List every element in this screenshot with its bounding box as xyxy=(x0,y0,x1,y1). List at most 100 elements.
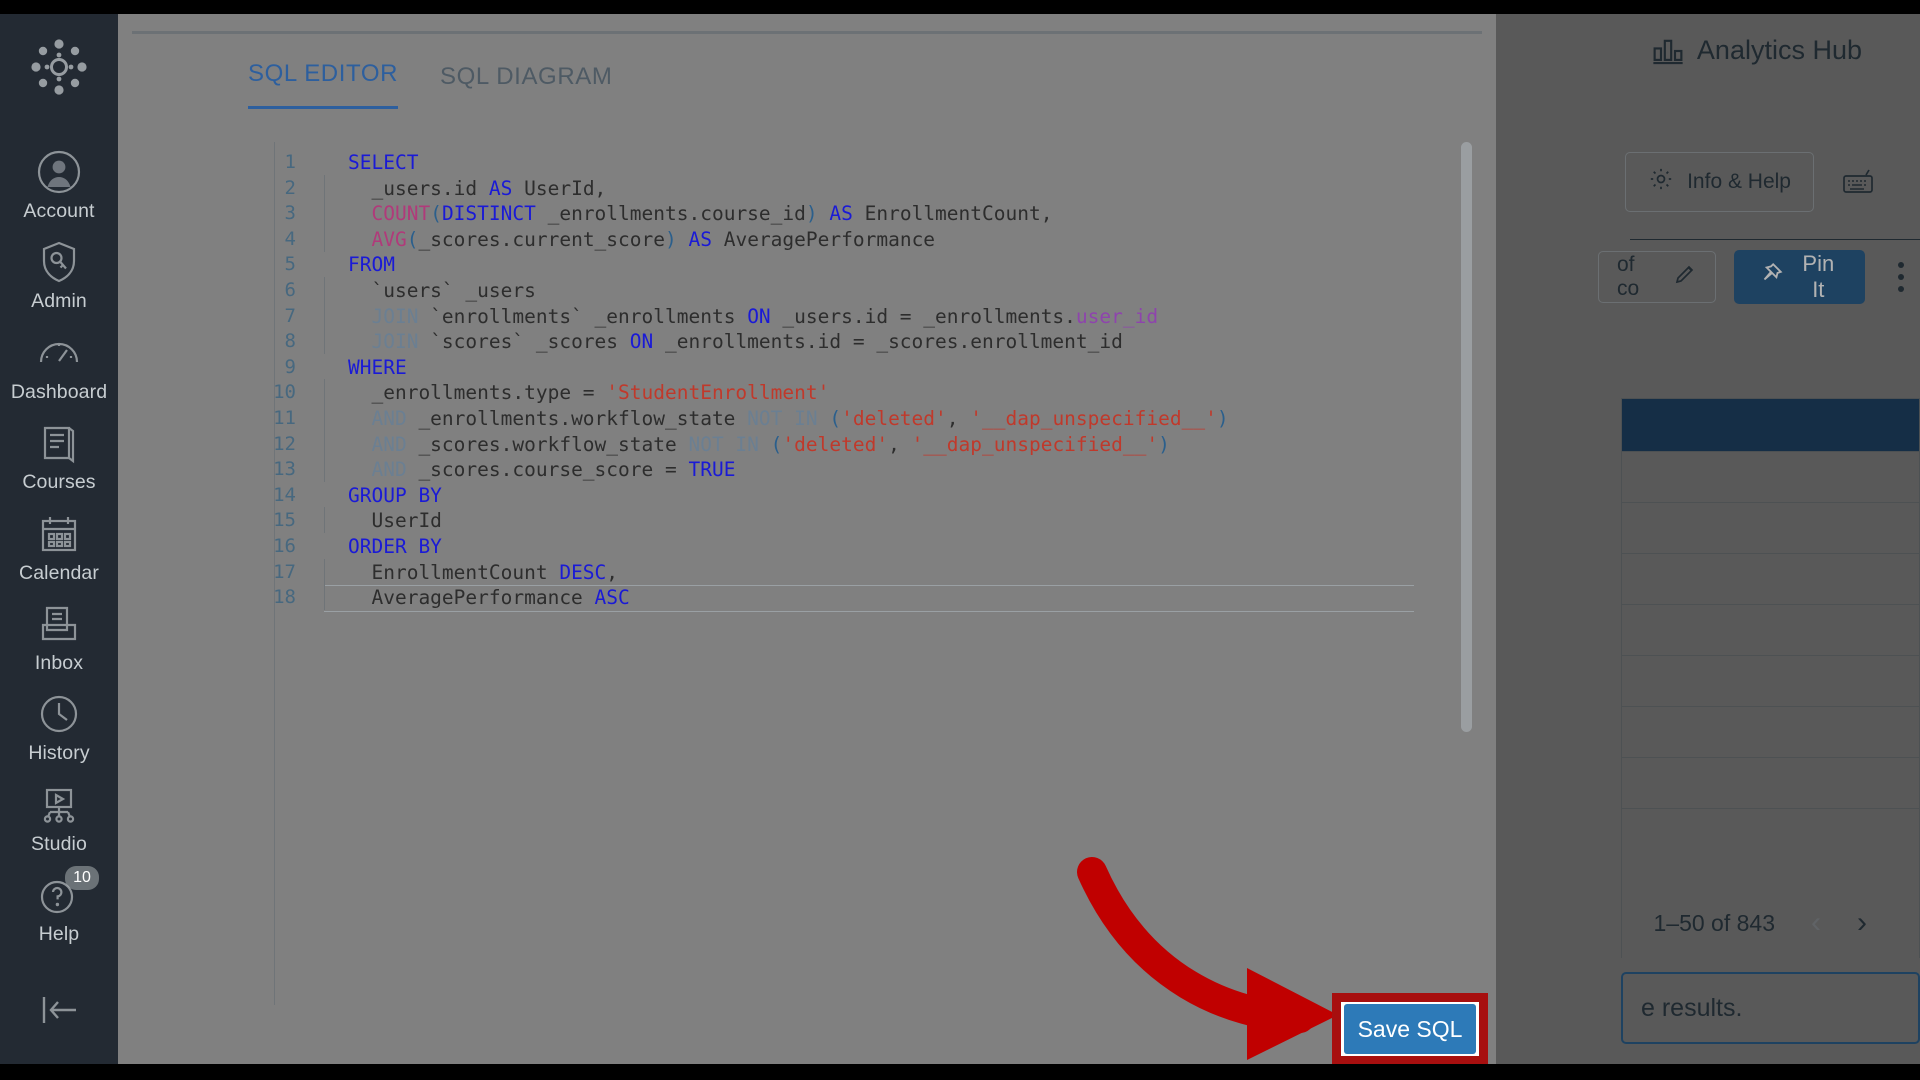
code-line-text: WHERE xyxy=(324,355,407,381)
code-token: AND xyxy=(348,458,407,482)
tab-sql-diagram[interactable]: SQL DIAGRAM xyxy=(440,63,612,109)
code-token: user_id xyxy=(1075,304,1159,328)
canvas-logo-icon[interactable] xyxy=(22,30,96,104)
code-line-text: _enrollments.type = 'StudentEnrollment' xyxy=(324,379,829,406)
code-token: _scores.course_score = xyxy=(406,458,689,482)
sidebar-item-label: Calendar xyxy=(19,561,99,584)
sidebar-item-account[interactable]: Account xyxy=(0,142,118,232)
tab-sql-editor[interactable]: SQL EDITOR xyxy=(248,60,399,109)
code-line: 12 AND _scores.workflow_state NOT IN ('d… xyxy=(248,430,1414,458)
sql-code-content[interactable]: 1 SELECT 2 _users.id AS UserId, 3 COUNT(DIS… xyxy=(248,150,1414,612)
code-token: AS xyxy=(829,202,853,226)
code-token: TRUE xyxy=(688,458,736,482)
code-line-text: EnrollmentCount DESC, xyxy=(324,558,1414,587)
code-line: 13 AND _scores.course_score = TRUE xyxy=(248,456,1414,483)
code-token: GROUP BY xyxy=(348,483,442,507)
sidebar-item-label: Dashboard xyxy=(10,380,108,403)
code-token: JOIN xyxy=(348,330,419,354)
code-token: _enrollments.type = xyxy=(348,381,607,405)
code-line: 15 UserId xyxy=(248,507,1414,534)
collapse-left-icon[interactable] xyxy=(0,993,118,1027)
code-token: EnrollmentCount, xyxy=(852,202,1053,226)
line-number: 8 xyxy=(284,330,296,353)
code-token: _scores.current_score xyxy=(418,227,665,251)
code-token: `users` _users xyxy=(348,278,536,302)
sidebar-item-help[interactable]: 10 Help xyxy=(0,865,118,955)
sidebar-item-label: Courses xyxy=(22,471,96,494)
code-token: ( xyxy=(430,202,442,226)
code-line-text: AND _scores.workflow_state NOT IN ('dele… xyxy=(324,430,1170,458)
sidebar-item-history[interactable]: History xyxy=(0,684,118,774)
code-token: `scores` _scores xyxy=(418,330,630,354)
studio-screen-icon xyxy=(36,782,82,828)
code-line-text: GROUP BY xyxy=(324,483,442,509)
line-number: 15 xyxy=(273,509,296,532)
sidebar-item-label: History xyxy=(28,742,90,765)
sidebar-item-admin[interactable]: Admin xyxy=(0,232,118,322)
code-line: 18 AveragePerformance ASC xyxy=(248,584,1414,612)
sidebar-item-courses[interactable]: Courses xyxy=(0,413,118,503)
code-token: _users.id = _enrollments. xyxy=(770,304,1076,328)
code-token: JOIN xyxy=(348,304,419,328)
code-token: ( xyxy=(406,227,419,251)
line-number: 7 xyxy=(284,304,296,327)
code-token: _scores.workflow_state xyxy=(406,432,689,456)
line-number: 1 xyxy=(284,151,296,173)
modal-tabs: SQL EDITOR SQL DIAGRAM xyxy=(248,60,612,109)
code-token: ORDER BY xyxy=(348,534,442,558)
code-token: , xyxy=(606,560,619,584)
line-number: 4 xyxy=(284,227,296,250)
code-token: '__dap_unspecified__' xyxy=(970,406,1217,430)
code-token: AveragePerformance xyxy=(348,586,595,610)
sidebar-item-label: Studio xyxy=(31,832,87,855)
code-token: AS xyxy=(688,227,712,251)
code-token: AND xyxy=(348,432,407,456)
code-token: COUNT xyxy=(348,202,431,226)
shield-key-icon xyxy=(36,239,82,285)
code-line-text: JOIN `enrollments` _enrollments ON _user… xyxy=(324,302,1159,330)
line-number: 13 xyxy=(273,458,296,481)
code-token: ) xyxy=(1216,406,1229,430)
code-token: 'deleted' xyxy=(841,406,947,430)
code-token: AS xyxy=(488,176,513,200)
code-line: 7 JOIN `enrollments` _enrollments ON _us… xyxy=(248,302,1414,330)
sidebar-item-studio[interactable]: Studio xyxy=(0,775,118,865)
code-token: NOT IN xyxy=(688,432,759,456)
code-token: ) xyxy=(665,227,677,251)
sql-code-editor[interactable]: 1 SELECT 2 _users.id AS UserId, 3 COUNT(DIS… xyxy=(248,142,1425,1005)
code-token: _enrollments.workflow_state xyxy=(406,406,748,430)
code-line-text: ORDER BY xyxy=(324,534,442,560)
line-number: 14 xyxy=(273,483,296,506)
line-number: 18 xyxy=(273,586,296,609)
sql-editor-modal: SQL EDITOR SQL DIAGRAM 1 SELECT 2 _users.i… xyxy=(118,14,1496,1066)
line-number: 10 xyxy=(273,381,296,404)
code-line-text: AND _enrollments.workflow_state NOT IN (… xyxy=(324,404,1229,432)
code-line-text: JOIN `scores` _scores ON _enrollments.id… xyxy=(324,328,1123,355)
code-token: ASC xyxy=(594,586,630,610)
editor-scrollbar-thumb[interactable] xyxy=(1461,142,1472,732)
code-token: 'deleted' xyxy=(782,432,889,456)
code-token: ON xyxy=(747,304,771,328)
sidebar-item-inbox[interactable]: Inbox xyxy=(0,594,118,684)
code-token: AND xyxy=(348,406,407,430)
save-sql-button[interactable]: Save SQL xyxy=(1344,1004,1476,1054)
inbox-icon xyxy=(36,601,82,647)
code-token: _enrollments.id = _scores.enrollment_id xyxy=(653,330,1123,354)
code-token: ( xyxy=(758,432,783,456)
line-number: 2 xyxy=(284,176,296,199)
code-token: FROM xyxy=(348,253,395,277)
code-line-text: `users` _users xyxy=(324,276,536,304)
line-number: 9 xyxy=(284,355,296,378)
code-line-text: SELECT xyxy=(324,150,418,176)
global-navigation: Account Admin Dashboard Courses Calendar… xyxy=(0,0,118,1080)
line-number: 5 xyxy=(284,253,296,276)
sidebar-item-label: Account xyxy=(23,200,95,222)
code-token: DESC xyxy=(559,560,607,584)
sidebar-item-calendar[interactable]: Calendar xyxy=(0,504,118,594)
sidebar-item-dashboard[interactable]: Dashboard xyxy=(0,323,118,413)
code-token: UserId, xyxy=(512,176,607,200)
code-token: ( xyxy=(817,406,842,430)
line-number: 12 xyxy=(273,432,296,455)
